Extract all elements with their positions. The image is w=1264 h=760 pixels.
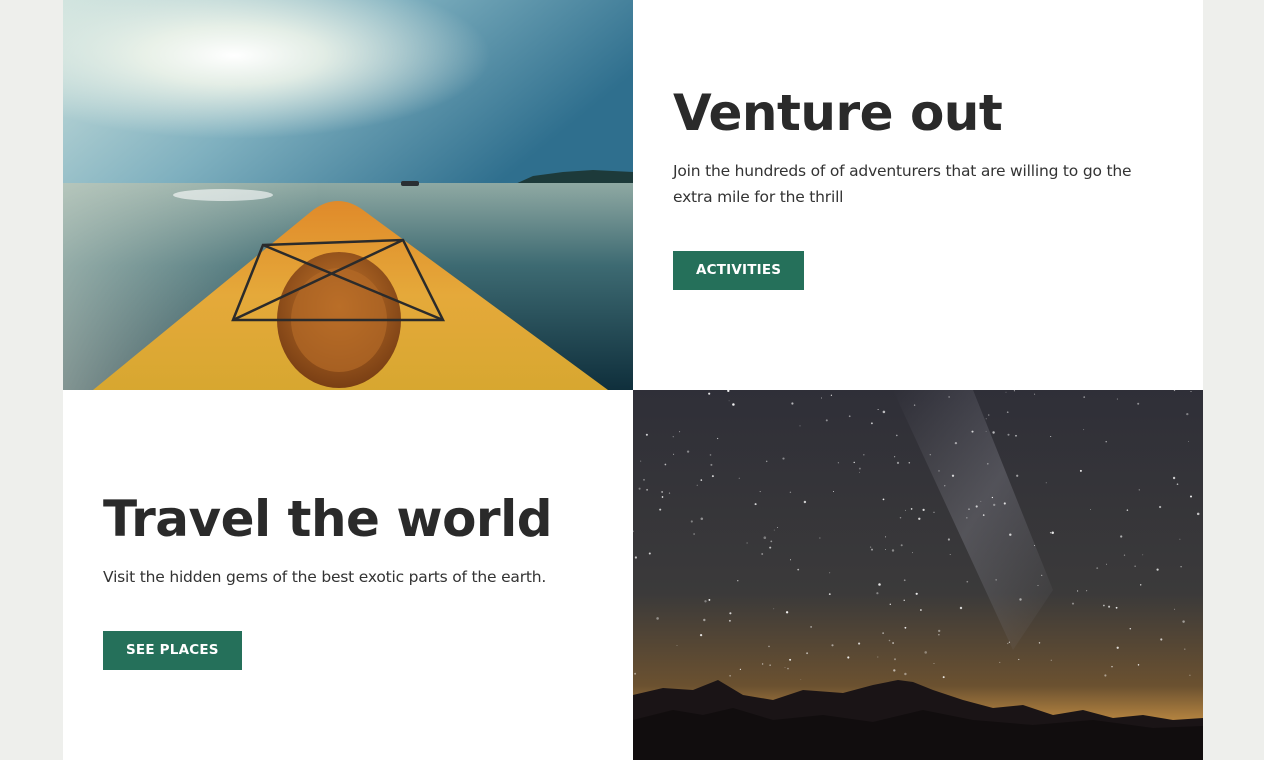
travel-the-world-heading: Travel the world [103, 490, 553, 548]
venture-out-section: Venture out Join the hundreds of of adve… [633, 0, 1203, 390]
night-sky-image [633, 390, 1203, 760]
venture-out-heading: Venture out [673, 84, 1003, 142]
travel-the-world-description: Visit the hidden gems of the best exotic… [103, 568, 547, 586]
venture-out-description: Join the hundreds of of adventurers that… [673, 162, 1132, 206]
night-sky-photo [633, 390, 1203, 760]
kayak-photo [63, 0, 633, 390]
travel-the-world-section: Travel the world Visit the hidden gems o… [63, 390, 633, 760]
activities-button[interactable]: ACTIVITIES [673, 251, 805, 290]
feature-grid: Venture out Join the hundreds of of adve… [63, 0, 1203, 760]
see-places-button[interactable]: SEE PLACES [103, 631, 242, 670]
kayak-image [63, 0, 633, 390]
